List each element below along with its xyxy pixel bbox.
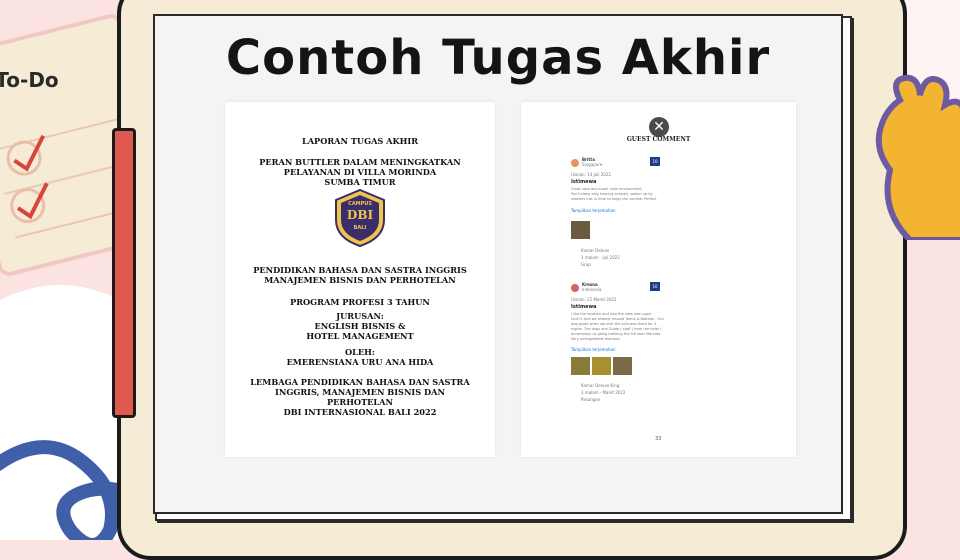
stay-info: 1 malam · Juli 2022 [581,255,620,260]
stay-info: 3 malam · Maret 2022 [581,390,626,395]
guest-group: Pasangan [581,397,601,402]
review-photo [571,357,590,375]
translate-link[interactable]: Tampilkan terjemahan [571,347,616,352]
cover-page: LAPORAN TUGAS AKHIR PERAN BUTTLER DALAM … [225,102,495,457]
review-date: Ulasan: 14 Juli 2022 [571,172,611,177]
review-text: I like the location and also the view wa… [571,312,664,341]
cover-thesis-title: PERAN BUTTLER DALAM MENINGKATKAN PELAYAN… [259,157,461,187]
translate-link[interactable]: Tampilkan terjemahan [571,208,616,213]
red-strip [112,128,136,418]
review-card: Kresna Indonesia 10 Ulasan: 21 Maret 202… [571,282,664,407]
cover-program: PROGRAM PROFESI 3 TAHUN [290,297,430,307]
cover-department: PENDIDIKAN BAHASA DAN SASTRA INGGRIS MAN… [253,265,467,285]
room-type: Kamar Deluxe King [581,383,620,388]
review-score: 10 [650,157,660,166]
page-title: Contoh Tugas Akhir [225,30,771,86]
cover-heading: LAPORAN TUGAS AKHIR [301,136,419,146]
cover-major: JURUSAN: ENGLISH BISNIS & HOTEL MANAGEME… [306,311,414,341]
todo-label: To-Do [0,68,59,93]
cover-institution: LEMBAGA PENDIDIKAN BAHASA DAN SASTRA ING… [250,377,470,417]
cover-author: OLEH: EMERENSIANA URU ANA HIDA [286,347,434,367]
review-date: Ulasan: 21 Maret 2022 [571,297,617,302]
review-card: Britta Singapore 10 Ulasan: 14 Juli 2022… [571,157,661,272]
reviewer-country: Singapore [582,162,603,167]
guest-group: Grup [581,262,591,267]
room-type: Kamar Deluxe [581,248,610,253]
reviewer-country: Indonesia [582,287,602,292]
review-photo [613,357,632,375]
avatar [571,159,579,167]
campus-logo: CAMPUS DBI BALI [334,188,386,248]
review-headline: Istimewa [571,304,597,310]
logo-mid-text: DBI [346,208,374,222]
logo-top-text: CAMPUS [348,201,372,207]
review-score: 10 [650,282,660,291]
review-photo [571,221,590,239]
review-photo [592,357,611,375]
close-icon[interactable]: ✕ [649,117,669,137]
avatar [571,284,579,292]
review-page: ✕ GUEST COMMENT Britta Singapore 10 Ulas… [521,102,796,457]
hand-decoration-icon [875,74,960,240]
page-number: 33 [655,436,662,442]
review-page-heading: GUEST COMMENT [626,136,691,143]
logo-bottom-text: BALI [353,225,367,231]
review-headline: Istimewa [571,179,597,185]
review-text: Great view and super calm environment. Y… [571,187,657,201]
